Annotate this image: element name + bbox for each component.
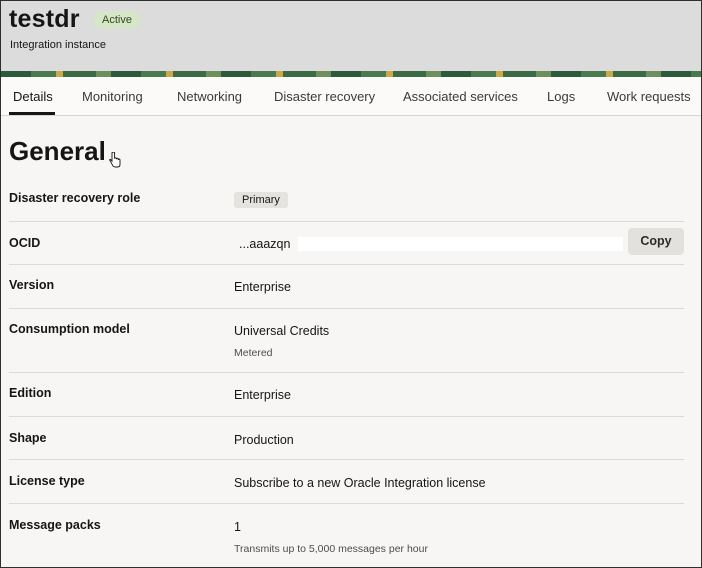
consumption-label: Consumption model — [9, 322, 130, 336]
dr-role-label: Disaster recovery role — [9, 191, 141, 205]
instance-title: testdr — [9, 5, 80, 33]
row-shape: Shape Production — [9, 417, 684, 460]
tab-logs[interactable]: Logs — [547, 89, 575, 104]
tab-bar: Details Monitoring Networking Disaster r… — [1, 77, 701, 116]
row-consumption-model: Consumption model Universal Credits Mete… — [9, 309, 684, 373]
version-label: Version — [9, 278, 55, 292]
row-ocid: OCID ...aaazqn Copy — [9, 222, 684, 265]
license-value: Subscribe to a new Oracle Integration li… — [234, 476, 486, 490]
page-header: testdr Active Integration instance — [1, 1, 701, 71]
active-tab-indicator — [9, 112, 55, 115]
shape-value: Production — [234, 433, 294, 447]
row-disaster-recovery-role: Disaster recovery role Primary — [9, 184, 684, 222]
hand-cursor-icon — [109, 152, 121, 168]
row-message-packs: Message packs 1 Transmits up to 5,000 me… — [9, 504, 684, 564]
consumption-value: Universal Credits — [234, 324, 330, 338]
details-panel: General Disaster recovery role Primary O… — [1, 116, 701, 567]
message-packs-label: Message packs — [9, 518, 101, 532]
tab-associated-services[interactable]: Associated services — [403, 89, 518, 104]
ocid-redaction — [298, 237, 623, 251]
edition-value: Enterprise — [234, 388, 291, 402]
edition-label: Edition — [9, 386, 52, 400]
row-license-type: License type Subscribe to a new Oracle I… — [9, 460, 684, 504]
ocid-value: ...aaazqn — [239, 237, 291, 251]
tab-work-requests[interactable]: Work requests — [607, 89, 691, 104]
message-packs-sub: Transmits up to 5,000 messages per hour — [234, 543, 428, 555]
license-label: License type — [9, 474, 85, 488]
copy-button[interactable]: Copy — [628, 228, 684, 255]
tab-details[interactable]: Details — [13, 89, 53, 104]
row-edition: Edition Enterprise — [9, 373, 684, 417]
status-badge: Active — [93, 11, 141, 29]
app-frame: testdr Active Integration instance Detai… — [0, 0, 702, 568]
dr-role-badge: Primary — [234, 192, 288, 208]
tab-disaster-recovery[interactable]: Disaster recovery — [274, 89, 375, 104]
section-title: General — [9, 136, 106, 166]
row-version: Version Enterprise — [9, 265, 684, 309]
ocid-label: OCID — [9, 236, 41, 250]
instance-subtitle: Integration instance — [10, 39, 107, 51]
message-packs-value: 1 — [234, 520, 241, 534]
consumption-sub: Metered — [234, 347, 273, 359]
shape-label: Shape — [9, 431, 47, 445]
tab-networking[interactable]: Networking — [177, 89, 242, 104]
version-value: Enterprise — [234, 280, 291, 294]
tab-monitoring[interactable]: Monitoring — [82, 89, 143, 104]
